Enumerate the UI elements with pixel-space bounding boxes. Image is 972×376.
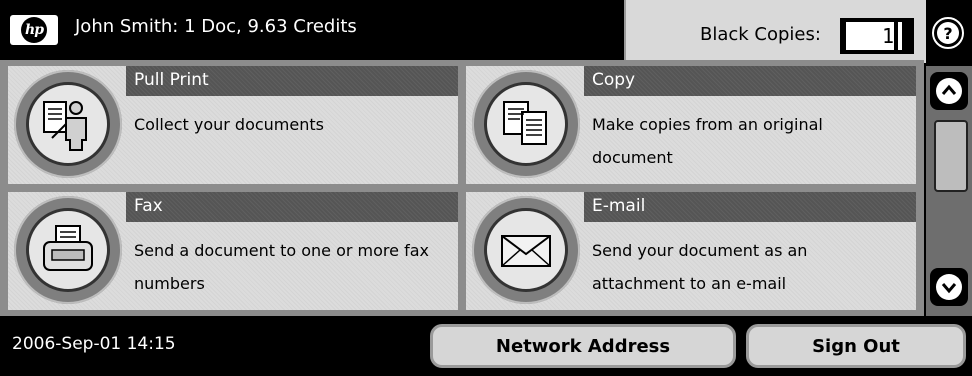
scroll-up-button[interactable] [930, 72, 968, 110]
tile-title: Fax [134, 196, 163, 216]
hp-logo: hp [10, 15, 58, 45]
tile-icon-frame [472, 196, 580, 304]
email-icon [484, 208, 568, 292]
tile-title-bar [126, 192, 458, 222]
tile-title: E-mail [592, 196, 646, 216]
tile-pull-print[interactable]: Pull Print Collect your documents [8, 66, 458, 184]
tile-icon-frame [14, 70, 122, 178]
chevron-down-icon [936, 274, 962, 300]
tile-description: Send your document as an attachment to a… [592, 241, 808, 293]
help-icon: ? [937, 22, 959, 44]
chevron-up-icon [936, 78, 962, 104]
hp-logo-mark: hp [21, 17, 47, 43]
copy-icon [484, 82, 568, 166]
sign-out-button[interactable]: Sign Out [746, 324, 966, 368]
network-address-button[interactable]: Network Address [430, 324, 736, 368]
tile-description: Collect your documents [134, 115, 324, 134]
black-copies-field[interactable] [840, 18, 914, 54]
user-status-text: John Smith: 1 Doc, 9.63 Credits [75, 16, 357, 37]
tile-title: Pull Print [134, 70, 209, 90]
tile-description: Make copies from an original document [592, 115, 823, 167]
tile-description: Send a document to one or more fax numbe… [134, 241, 429, 293]
help-button[interactable]: ? [932, 17, 964, 49]
date-time: 2006-Sep-01 14:15 [12, 334, 176, 354]
scrollbar-thumb[interactable] [934, 120, 968, 192]
tile-title: Copy [592, 70, 636, 90]
pull-print-icon [26, 82, 110, 166]
scroll-down-button[interactable] [930, 268, 968, 306]
tile-icon-frame [472, 70, 580, 178]
tile-email[interactable]: E-mail Send your document as an attachme… [466, 192, 916, 310]
fax-icon [26, 208, 110, 292]
black-copies-label: Black Copies: [700, 24, 821, 45]
tile-copy[interactable]: Copy Make copies from an original docume… [466, 66, 916, 184]
copies-count-input[interactable] [846, 22, 894, 50]
tile-icon-frame [14, 196, 122, 304]
tile-fax[interactable]: Fax Send a document to one or more fax n… [8, 192, 458, 310]
text-cursor [898, 22, 902, 50]
